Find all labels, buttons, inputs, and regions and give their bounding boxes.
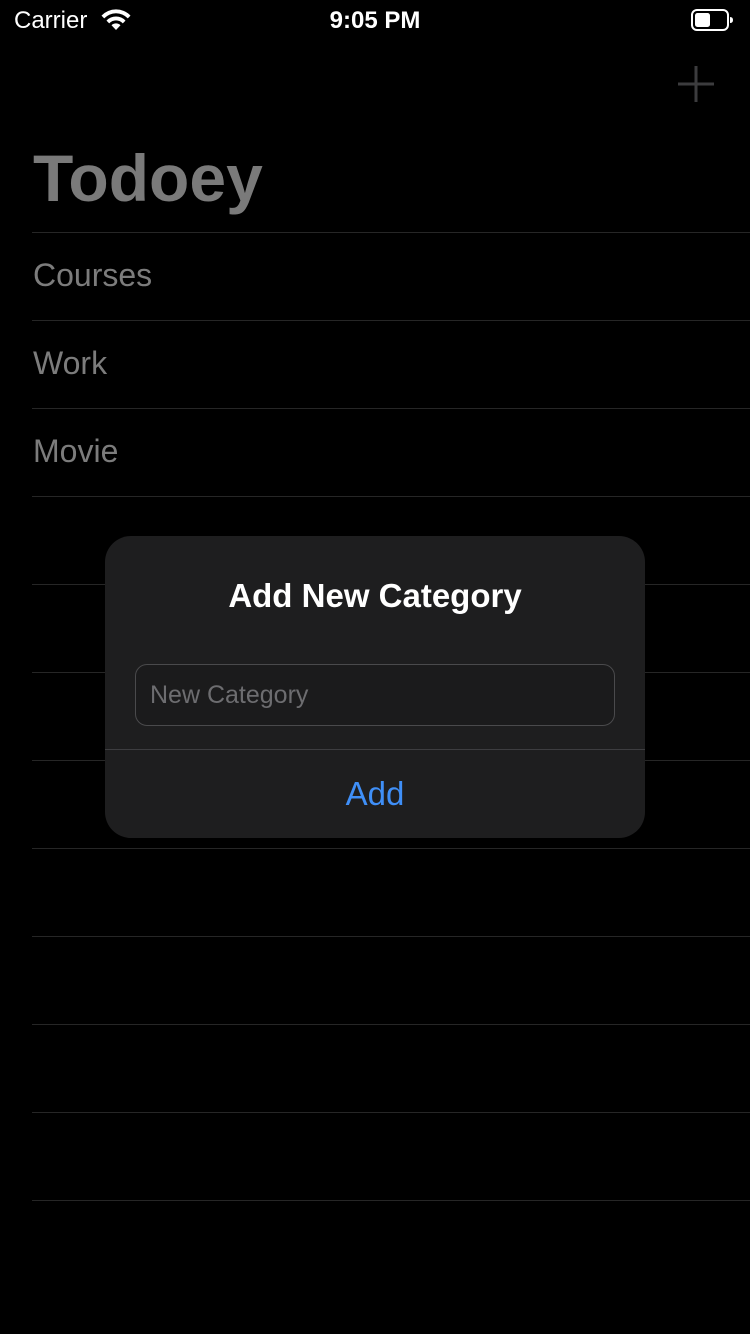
add-category-button[interactable] <box>674 62 718 106</box>
add-category-alert: Add New Category Add <box>105 536 645 838</box>
page-title: Todoey <box>33 141 263 215</box>
add-button[interactable]: Add <box>105 750 645 838</box>
table-row <box>32 848 750 936</box>
table-row[interactable]: Movie <box>32 408 750 496</box>
row-label: Movie <box>33 433 119 469</box>
status-bar: Carrier 9:05 PM <box>0 0 750 40</box>
table-row[interactable]: Work <box>32 320 750 408</box>
table-row[interactable]: Courses <box>32 232 750 320</box>
table-row <box>32 1024 750 1112</box>
plus-icon <box>678 66 714 102</box>
new-category-input[interactable] <box>135 664 615 726</box>
table-row <box>32 1112 750 1200</box>
alert-title: Add New Category <box>228 577 522 614</box>
battery-icon <box>691 9 733 31</box>
table-row <box>32 1200 750 1288</box>
table-row <box>32 936 750 1024</box>
row-label: Work <box>33 345 108 381</box>
row-label: Courses <box>33 257 153 293</box>
clock: 9:05 PM <box>329 7 421 34</box>
